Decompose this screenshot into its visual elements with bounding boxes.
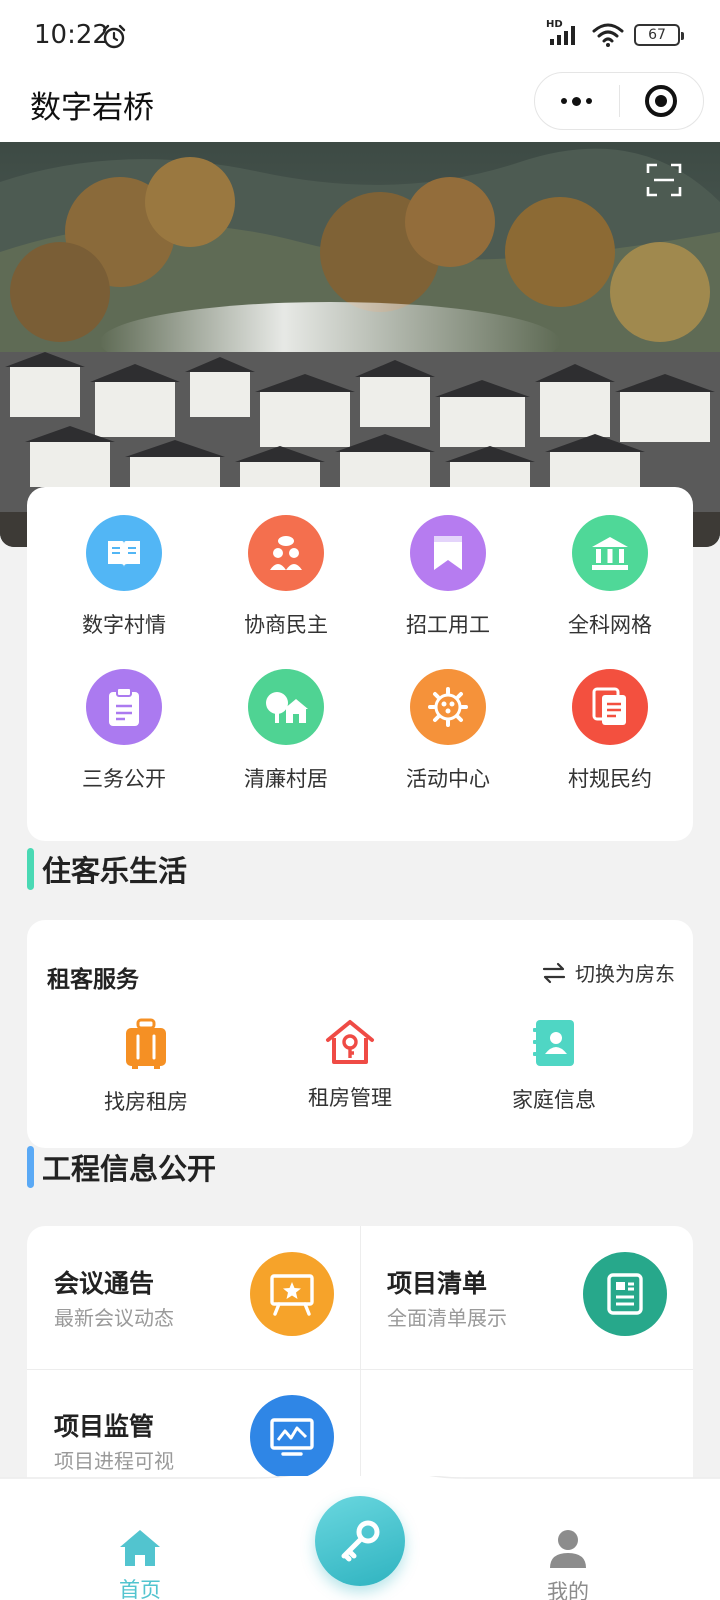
rent-item-find-house[interactable]: 找房租房 [46,1018,246,1116]
battery-indicator: 67 [634,24,684,46]
scan-icon[interactable] [646,162,682,198]
nav-bar: 数字岩桥 [0,72,720,144]
project-subtitle: 最新会议动态 [54,1306,174,1330]
wifi-icon [592,23,624,47]
bank-icon [572,515,648,591]
tenant-service-card: 租客服务 切换为房东 找房租房 租房管理 家庭信息 [27,920,693,1148]
grid-item-activity-center[interactable]: 活动中心 [373,669,523,793]
section-title-project-info: 工程信息公开 [27,1146,216,1188]
user-icon [550,1530,586,1568]
signal-icon: HD [546,19,582,47]
project-title: 项目清单 [387,1269,488,1298]
clipboard-icon [86,669,162,745]
house-tree-icon [248,669,324,745]
rent-item-label: 找房租房 [104,1090,188,1114]
grid-label: 协商民主 [244,613,328,637]
status-bar: 10:22 HD 67 [0,0,720,72]
rent-card-title: 租客服务 [47,967,139,993]
tab-mine[interactable]: 我的 [508,1528,628,1600]
close-miniapp-button[interactable] [620,73,704,129]
section-title-tenant-life: 住客乐生活 [27,848,187,890]
gear-icon [410,669,486,745]
key-icon [341,1520,380,1562]
section-title-text: 住客乐生活 [42,854,188,888]
contact-book-icon [533,1020,574,1066]
tab-home[interactable]: 首页 [80,1528,200,1600]
project-subtitle: 项目进程可视 [54,1449,174,1473]
service-grid-card: 数字村情 协商民主 招工用工 全科网格 三务公开 清廉村居 活动中心 村规民约 [27,487,693,841]
project-cell-meeting-notice[interactable]: 会议通告 最新会议动态 [27,1226,360,1369]
grid-label: 数字村情 [82,613,166,637]
luggage-icon [126,1018,166,1069]
grid-item-three-affairs[interactable]: 三务公开 [49,669,199,793]
grid-item-recruitment[interactable]: 招工用工 [373,515,523,639]
documents-icon [572,669,648,745]
rent-item-label: 租房管理 [308,1086,392,1110]
status-icons: HD 67 [546,19,684,48]
people-chat-icon [248,515,324,591]
grid-label: 清廉村居 [244,767,328,791]
section-accent-bar [27,848,34,890]
rent-item-rent-management[interactable]: 租房管理 [250,1018,450,1112]
grid-label: 三务公开 [82,767,166,791]
bottom-tab-bar: 首页 我的 [0,1476,720,1600]
miniapp-capsule [534,72,704,130]
grid-label: 招工用工 [406,613,490,637]
alarm-icon [102,24,126,49]
center-key-button[interactable] [315,1496,405,1586]
switch-label: 切换为房东 [575,962,675,986]
bookmark-icon [410,515,486,591]
target-icon [645,85,678,117]
status-time: 10:22 [34,20,109,50]
tab-label-home: 首页 [119,1578,161,1600]
home-icon [120,1530,160,1566]
project-title: 会议通告 [54,1269,155,1298]
section-title-text: 工程信息公开 [42,1152,217,1186]
house-key-icon [326,1020,374,1064]
list-doc-icon [583,1252,667,1336]
grid-item-clean-village[interactable]: 清廉村居 [211,669,361,793]
meeting-board-icon [250,1252,334,1336]
tab-label-mine: 我的 [547,1580,589,1600]
more-dots-icon [561,96,593,106]
grid-label: 活动中心 [406,767,490,791]
project-subtitle: 全面清单展示 [387,1306,507,1330]
switch-to-landlord-button[interactable]: 切换为房东 [541,958,675,987]
grid-item-grid-management[interactable]: 全科网格 [535,515,685,639]
rent-item-family-info[interactable]: 家庭信息 [454,1018,654,1114]
grid-item-village-rules[interactable]: 村规民约 [535,669,685,793]
section-accent-bar [27,1146,34,1188]
grid-item-digital-village[interactable]: 数字村情 [49,515,199,639]
grid-label: 村规民约 [568,767,652,791]
monitor-chart-icon [250,1395,334,1479]
more-button[interactable] [535,73,619,129]
rent-item-label: 家庭信息 [512,1088,596,1112]
switch-icon [542,962,566,983]
grid-label: 全科网格 [568,613,652,637]
project-title: 项目监管 [54,1412,155,1441]
book-icon [86,515,162,591]
project-cell-project-list[interactable]: 项目清单 全面清单展示 [360,1226,693,1369]
page-title: 数字岩桥 [30,90,154,126]
grid-item-consultative-democracy[interactable]: 协商民主 [211,515,361,639]
